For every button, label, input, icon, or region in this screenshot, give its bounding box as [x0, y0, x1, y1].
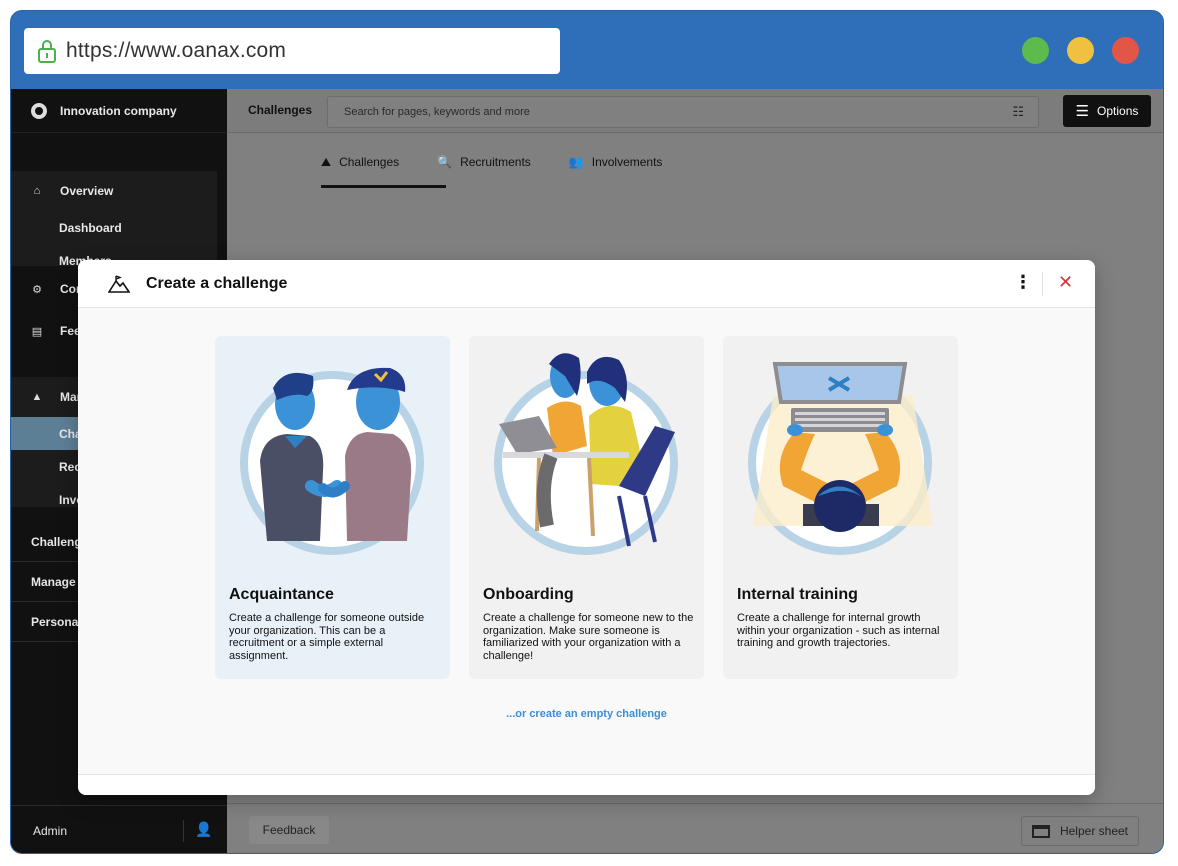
onboarding-illustration: [494, 353, 678, 555]
home-icon: ⌂: [33, 185, 41, 197]
url-text: https://www.oanax.com: [66, 39, 287, 62]
lock-icon: [36, 38, 58, 64]
training-illustration: [748, 362, 933, 555]
handshake-illustration: [240, 367, 424, 555]
card-title: Internal training: [737, 586, 858, 603]
filter-icon[interactable]: ☷: [1012, 104, 1024, 120]
card-description: Create a challenge for someone new to th…: [483, 612, 694, 662]
modal-footer: [78, 774, 1095, 795]
main-footer: Feedback Helper sheet: [227, 803, 1163, 853]
mountain-icon: ⛰: [321, 154, 332, 169]
search-placeholder: Search for pages, keywords and more: [344, 106, 530, 118]
browser-window: https://www.oanax.com Innovation company…: [10, 10, 1164, 854]
search-person-icon: 🔍: [437, 155, 453, 169]
card-acquaintance[interactable]: Acquaintance Create a challenge for some…: [215, 336, 450, 679]
card-description: Create a challenge for internal growth w…: [737, 612, 940, 649]
create-challenge-modal: Create a challenge ⋮ ✕ Acquaintance Crea…: [78, 260, 1095, 795]
divider: [183, 820, 184, 842]
maximize-dot[interactable]: [1022, 37, 1049, 64]
modal-header: Create a challenge ⋮ ✕: [78, 260, 1095, 308]
org-logo-icon: [31, 102, 47, 119]
org-switcher[interactable]: Innovation company: [11, 89, 227, 133]
modal-title: Create a challenge: [146, 275, 288, 292]
close-icon[interactable]: ✕: [1058, 272, 1073, 293]
people-icon: 👥: [568, 155, 584, 169]
close-dot[interactable]: [1112, 37, 1139, 64]
sidebar-item-overview[interactable]: ⌂ Overview: [11, 171, 217, 211]
minimize-dot[interactable]: [1067, 37, 1094, 64]
compass-icon: ⚙: [32, 283, 42, 296]
admin-label: Admin: [33, 823, 68, 838]
tab-involvements[interactable]: 👥 Involvements: [569, 151, 663, 173]
helper-sheet-button[interactable]: Helper sheet: [1021, 816, 1139, 846]
options-button[interactable]: ☰ Options: [1063, 95, 1151, 127]
page-title: Challenges: [248, 103, 313, 117]
panel-icon: [1031, 824, 1050, 838]
card-onboarding[interactable]: Onboarding Create a challenge for someon…: [469, 336, 704, 679]
more-options-icon[interactable]: ⋮: [1014, 273, 1032, 291]
org-name: Innovation company: [60, 103, 177, 118]
tab-recruitments[interactable]: 🔍 Recruitments: [437, 151, 531, 173]
menu-icon: ☰: [1075, 103, 1090, 120]
divider: [1042, 272, 1043, 296]
document-icon: ▤: [31, 325, 43, 338]
card-title: Acquaintance: [229, 586, 334, 603]
feedback-button[interactable]: Feedback: [249, 816, 329, 844]
user-settings-icon[interactable]: 👤: [195, 821, 212, 838]
mountain-icon: ▲: [31, 391, 43, 403]
search-input[interactable]: Search for pages, keywords and more ☷: [327, 96, 1039, 128]
address-bar[interactable]: https://www.oanax.com: [24, 28, 560, 74]
window-controls: [1022, 37, 1139, 64]
active-tab-indicator: [321, 185, 446, 188]
tab-bar: ⛰ Challenges 🔍 Recruitments 👥 Involvements: [321, 151, 662, 173]
tab-challenges[interactable]: ⛰ Challenges: [321, 151, 399, 173]
sidebar-item-dashboard[interactable]: Dashboard: [11, 211, 217, 244]
mountain-icon: [107, 274, 131, 299]
sidebar-footer: Admin 👤: [11, 805, 227, 853]
create-empty-challenge-link[interactable]: ...or create an empty challenge: [78, 708, 1095, 720]
sidebar-group-overview: ⌂Overview Dashboard Members: [11, 171, 217, 268]
card-title: Onboarding: [483, 586, 574, 603]
app-area: Innovation company ⌂Overview Dashboard M…: [11, 89, 1163, 853]
card-internal-training[interactable]: Internal training Create a challenge for…: [723, 336, 958, 679]
top-bar: Challenges Search for pages, keywords an…: [227, 89, 1163, 133]
card-description: Create a challenge for someone outside y…: [229, 612, 425, 662]
